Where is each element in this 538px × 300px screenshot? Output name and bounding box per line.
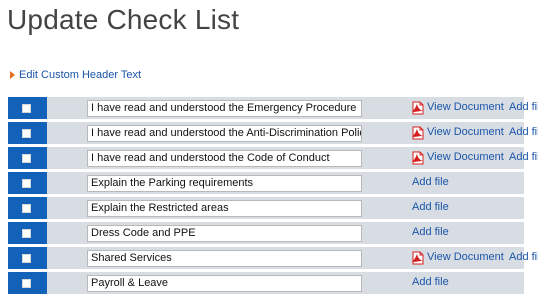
checkbox-cell <box>8 147 44 169</box>
pdf-icon[interactable] <box>411 126 424 140</box>
item-checkbox[interactable] <box>21 153 31 163</box>
edit-custom-header-link[interactable]: Edit Custom Header Text <box>10 69 141 81</box>
edit-custom-header-label: Edit Custom Header Text <box>19 69 142 81</box>
add-file-link[interactable]: Add file <box>412 201 449 213</box>
item-checkbox[interactable] <box>21 203 31 213</box>
checkbox-cell <box>8 272 44 294</box>
add-file-link[interactable]: Add file <box>509 251 538 263</box>
item-checkbox[interactable] <box>21 253 31 263</box>
add-file-link[interactable]: Add file <box>412 276 449 288</box>
item-text-field[interactable]: I have read and understood the Code of C… <box>87 150 362 167</box>
pdf-icon[interactable] <box>411 151 424 165</box>
checklist-row: I have read and understood the Code of C… <box>8 147 538 169</box>
item-text-field[interactable]: I have read and understood the Anti-Disc… <box>87 125 362 142</box>
add-file-link[interactable]: Add file <box>509 126 538 138</box>
add-file-link[interactable]: Add file <box>412 226 449 238</box>
view-document-link[interactable]: View Document <box>427 126 504 138</box>
item-text-field[interactable]: Dress Code and PPE <box>87 225 362 242</box>
item-text-field[interactable]: I have read and understood the Emergency… <box>87 100 362 117</box>
checklist-row: Dress Code and PPE Add file <box>8 222 524 244</box>
checkbox-cell <box>8 197 44 219</box>
add-file-link[interactable]: Add file <box>412 176 449 188</box>
item-checkbox[interactable] <box>21 103 31 113</box>
row-content-cell: I have read and understood the Anti-Disc… <box>47 122 538 144</box>
item-checkbox[interactable] <box>21 278 31 288</box>
pdf-icon[interactable] <box>411 251 424 265</box>
row-content-cell: I have read and understood the Code of C… <box>47 147 538 169</box>
checkbox-cell <box>8 247 44 269</box>
orange-arrow-icon <box>10 71 15 79</box>
checklist: I have read and understood the Emergency… <box>8 97 538 297</box>
page-title: Update Check List <box>7 4 240 35</box>
row-content-cell: I have read and understood the Emergency… <box>47 97 538 119</box>
checkbox-cell <box>8 172 44 194</box>
item-text-field[interactable]: Payroll & Leave <box>87 275 362 292</box>
row-content-cell: Explain the Parking requirements Add file <box>47 172 524 194</box>
item-text-field[interactable]: Explain the Restricted areas <box>87 200 362 217</box>
pdf-icon[interactable] <box>411 101 424 115</box>
checkbox-cell <box>8 97 44 119</box>
row-content-cell: Shared Services View Document Add file <box>47 247 538 269</box>
row-content-cell: Payroll & Leave Add file <box>47 272 524 294</box>
checkbox-cell <box>8 222 44 244</box>
checklist-row: I have read and understood the Anti-Disc… <box>8 122 538 144</box>
item-checkbox[interactable] <box>21 228 31 238</box>
checklist-row: I have read and understood the Emergency… <box>8 97 538 119</box>
checklist-row: Payroll & Leave Add file <box>8 272 524 294</box>
item-checkbox[interactable] <box>21 178 31 188</box>
item-checkbox[interactable] <box>21 128 31 138</box>
row-content-cell: Explain the Restricted areas Add file <box>47 197 524 219</box>
add-file-link[interactable]: Add file <box>509 101 538 113</box>
add-file-link[interactable]: Add file <box>509 151 538 163</box>
item-text-field[interactable]: Explain the Parking requirements <box>87 175 362 192</box>
view-document-link[interactable]: View Document <box>427 251 504 263</box>
item-text-field[interactable]: Shared Services <box>87 250 362 267</box>
checklist-row: Explain the Parking requirements Add file <box>8 172 524 194</box>
checklist-row: Explain the Restricted areas Add file <box>8 197 524 219</box>
checkbox-cell <box>8 122 44 144</box>
row-content-cell: Dress Code and PPE Add file <box>47 222 524 244</box>
checklist-row: Shared Services View Document Add file <box>8 247 538 269</box>
view-document-link[interactable]: View Document <box>427 151 504 163</box>
view-document-link[interactable]: View Document <box>427 101 504 113</box>
